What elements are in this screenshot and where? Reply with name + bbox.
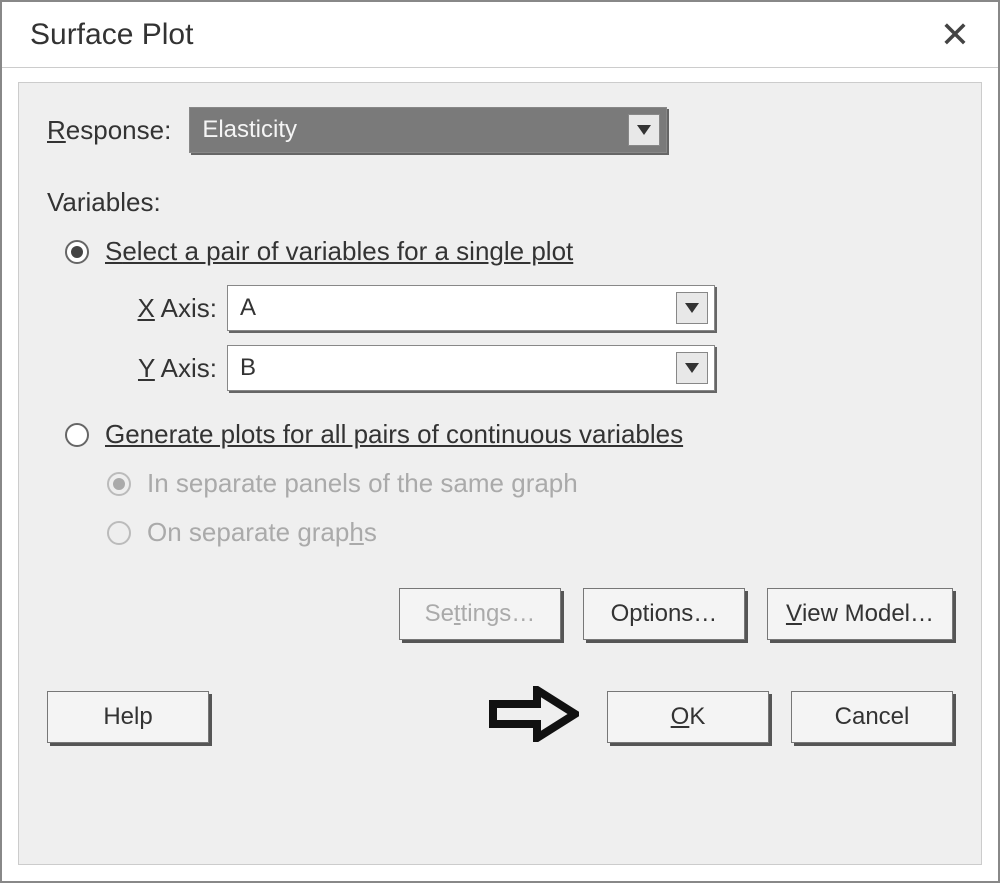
cancel-button[interactable]: Cancel — [791, 691, 953, 743]
ok-button[interactable]: OK — [607, 691, 769, 743]
radio-single-label: Select a pair of variables for a single … — [105, 236, 573, 267]
y-axis-combobox[interactable]: B — [227, 345, 715, 391]
y-axis-row: Y Axis: B — [117, 345, 953, 391]
view-model-button[interactable]: View Model… — [767, 588, 953, 640]
y-axis-value: B — [240, 354, 256, 382]
radio-icon — [107, 472, 131, 496]
response-row: Response: Elasticity — [47, 107, 953, 153]
response-label: Response: — [47, 115, 171, 146]
x-axis-label: X Axis: — [117, 293, 217, 324]
options-button-row: Settings… Options… View Model… — [47, 588, 953, 640]
x-axis-row: X Axis: A — [117, 285, 953, 331]
radio-separate-panels: In separate panels of the same graph — [107, 468, 953, 499]
radio-icon — [65, 240, 89, 264]
arrow-right-icon — [489, 686, 579, 747]
chevron-down-icon — [628, 114, 660, 146]
settings-button: Settings… — [399, 588, 561, 640]
radio-panels-label: In separate panels of the same graph — [147, 468, 578, 499]
close-icon[interactable]: ✕ — [932, 13, 978, 57]
radio-separate-graphs: On separate graphs — [107, 517, 953, 548]
x-axis-combobox[interactable]: A — [227, 285, 715, 331]
sub-radio-group: In separate panels of the same graph On … — [107, 468, 953, 548]
axis-group: X Axis: A Y Axis: B — [117, 285, 953, 391]
radio-icon — [65, 423, 89, 447]
help-button[interactable]: Help — [47, 691, 209, 743]
bottom-button-row: Help OK Cancel — [47, 686, 953, 747]
radio-all-label: Generate plots for all pairs of continuo… — [105, 419, 683, 450]
chevron-down-icon — [676, 352, 708, 384]
titlebar: Surface Plot ✕ — [2, 2, 998, 68]
radio-icon — [107, 521, 131, 545]
radio-all-pairs[interactable]: Generate plots for all pairs of continuo… — [65, 419, 953, 450]
dialog-body: Response: Elasticity Variables: Select a… — [18, 82, 982, 865]
variables-label: Variables: — [47, 187, 953, 218]
radio-single-pair[interactable]: Select a pair of variables for a single … — [65, 236, 953, 267]
bottom-right-group: OK Cancel — [489, 686, 953, 747]
options-button[interactable]: Options… — [583, 588, 745, 640]
dialog-title: Surface Plot — [30, 18, 193, 52]
dialog-window: Surface Plot ✕ Response: Elasticity Vari… — [0, 0, 1000, 883]
chevron-down-icon — [676, 292, 708, 324]
response-value: Elasticity — [202, 116, 297, 144]
response-combobox[interactable]: Elasticity — [189, 107, 667, 153]
y-axis-label: Y Axis: — [117, 353, 217, 384]
x-axis-value: A — [240, 294, 256, 322]
radio-graphs-label: On separate graphs — [147, 517, 377, 548]
